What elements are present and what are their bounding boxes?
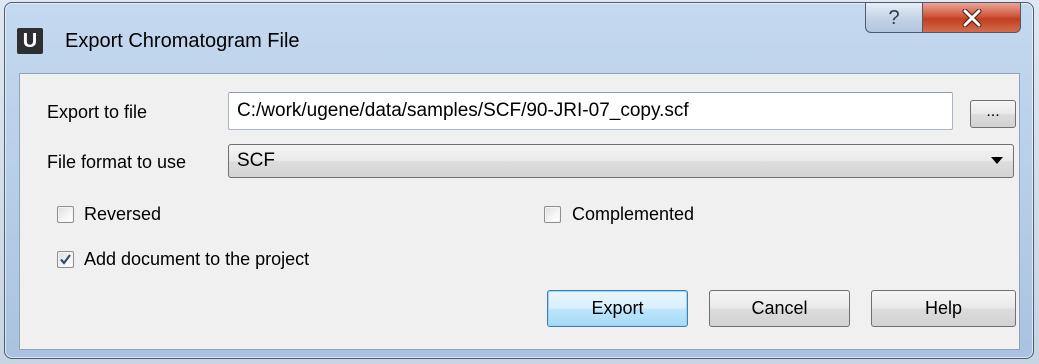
close-caption-button[interactable] — [923, 3, 1021, 33]
export-to-file-label: Export to file — [47, 102, 148, 122]
add-to-project-label: Add document to the project — [84, 249, 310, 269]
export-to-file-input[interactable] — [228, 92, 953, 130]
add-to-project-checkbox[interactable] — [57, 251, 74, 268]
file-format-dropdown[interactable]: SCF — [228, 144, 1014, 178]
complemented-checkbox[interactable] — [544, 206, 561, 223]
reversed-label: Reversed — [84, 204, 162, 224]
question-icon: ? — [888, 6, 900, 29]
export-chromatogram-dialog: U Export Chromatogram File ? Export to f… — [4, 2, 1034, 359]
dialog-title: Export Chromatogram File — [65, 30, 300, 52]
help-caption-button[interactable]: ? — [865, 3, 923, 33]
close-x-icon — [962, 8, 981, 27]
file-format-label: File format to use — [47, 152, 187, 172]
title-bar[interactable]: U Export Chromatogram File ? — [5, 3, 1033, 75]
reversed-checkbox[interactable] — [57, 206, 74, 223]
chevron-down-icon — [991, 157, 1003, 164]
file-format-selected-value: SCF — [237, 150, 275, 171]
cancel-button[interactable]: Cancel — [709, 290, 850, 327]
checkmark-icon — [60, 254, 71, 265]
caption-buttons: ? — [865, 3, 1021, 33]
ugene-app-icon: U — [17, 28, 43, 54]
help-button[interactable]: Help — [871, 290, 1016, 327]
dialog-body: Export to file ... File format to use SC… — [19, 73, 1020, 350]
export-button[interactable]: Export — [547, 290, 688, 327]
browse-button[interactable]: ... — [970, 100, 1016, 128]
complemented-label: Complemented — [572, 204, 695, 224]
